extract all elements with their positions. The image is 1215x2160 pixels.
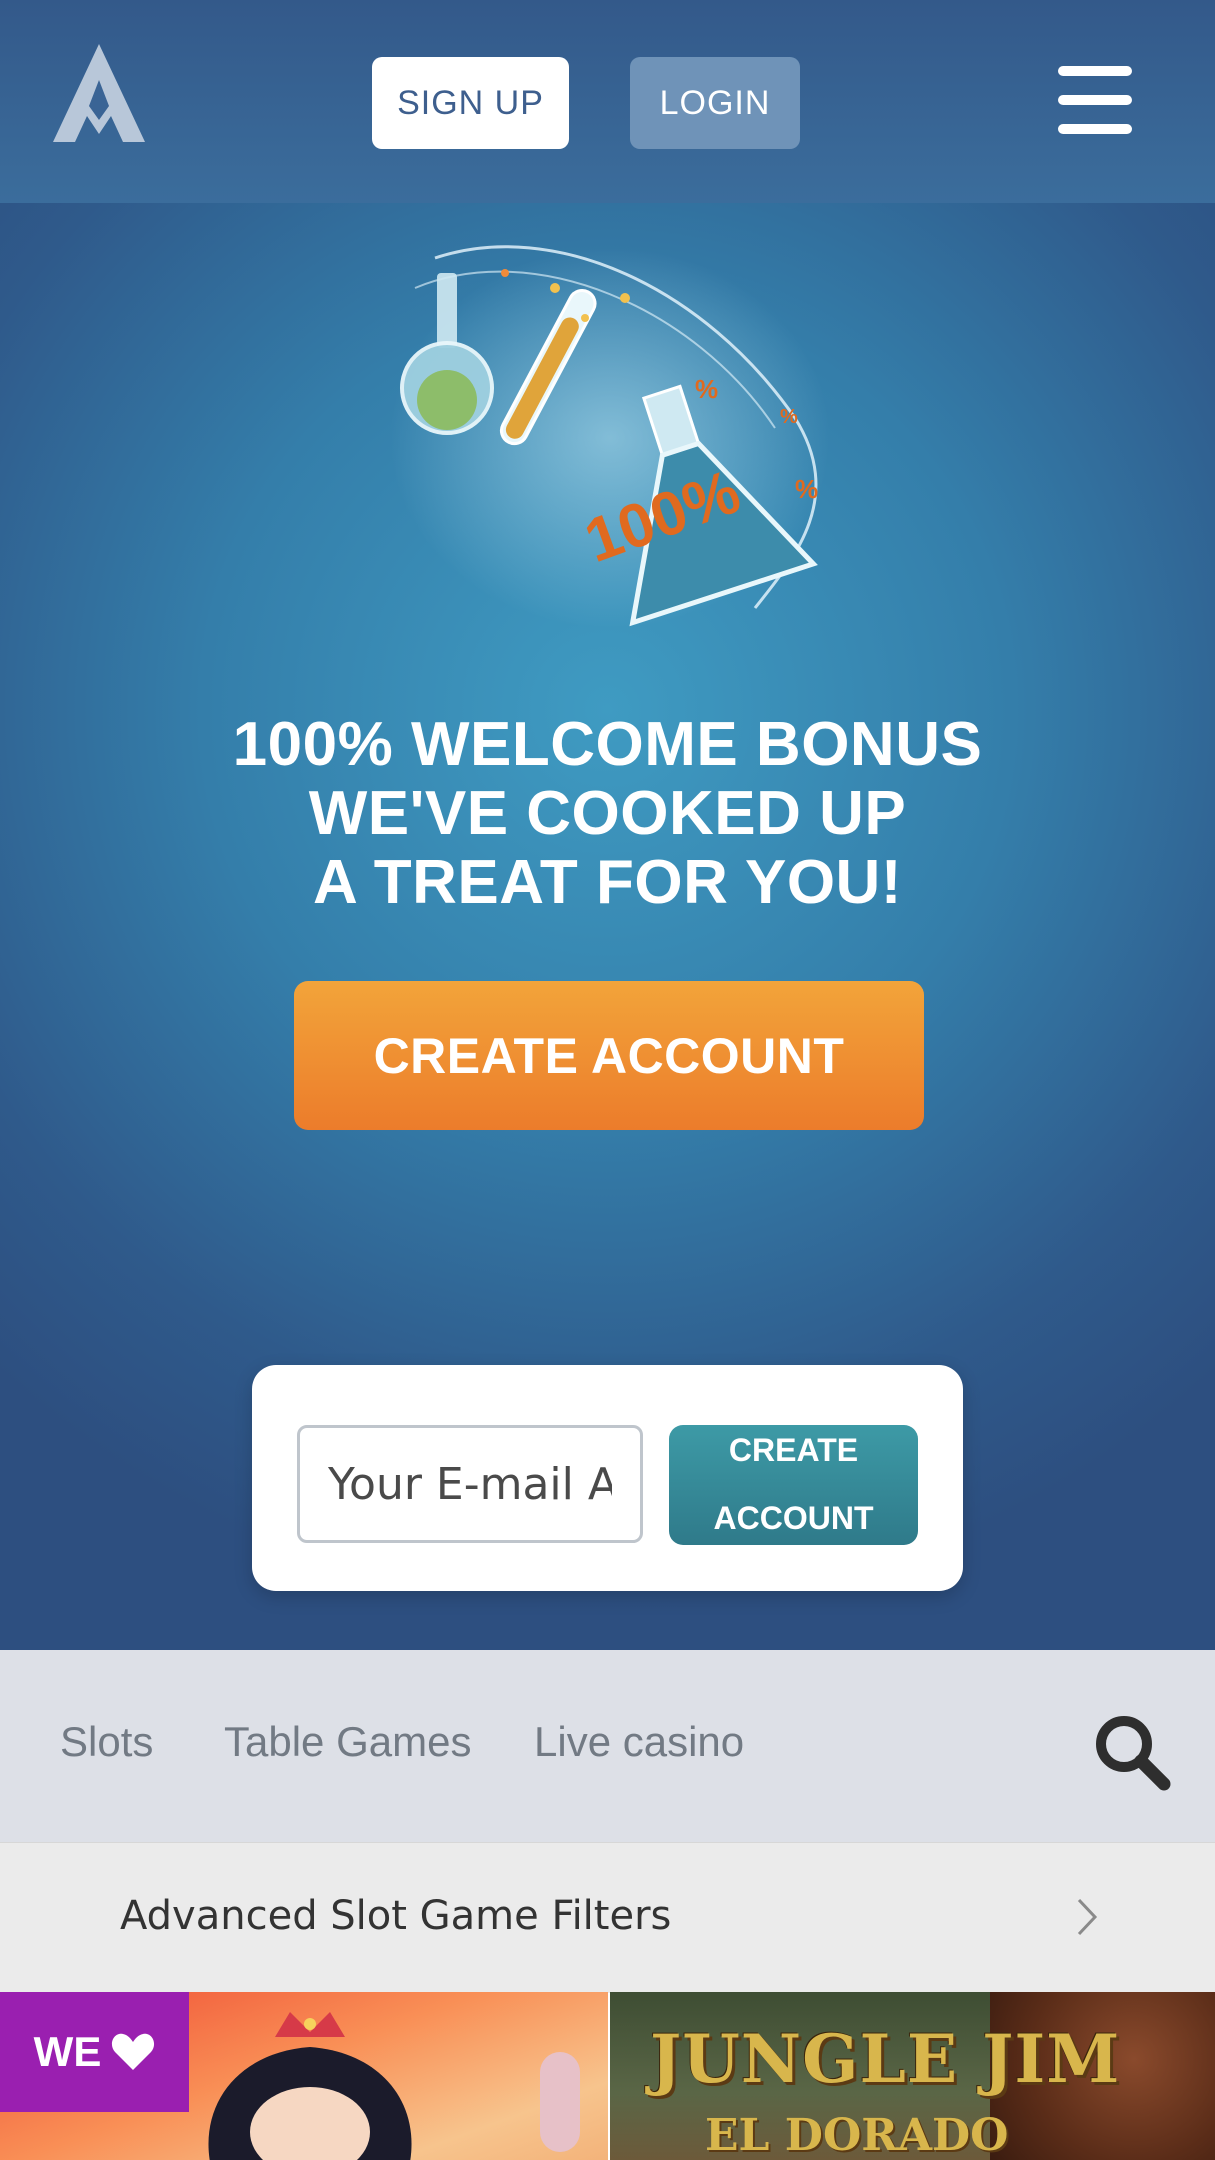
advanced-filters-row[interactable]: Advanced Slot Game Filters [0,1842,1215,1993]
svg-text:%: % [695,374,718,404]
badge-label: WE [33,2028,102,2075]
we-love-badge: WE [0,1992,189,2112]
search-icon[interactable] [1092,1712,1172,1792]
game-title: JUNGLE JIM [650,2020,1121,2098]
email-field[interactable] [297,1425,643,1543]
filters-label: Advanced Slot Game Filters [120,1893,672,1939]
game-character-art [208,2012,412,2160]
card-button-line-2: ACCOUNT [713,1500,874,1536]
hero-banner: 100% % % % 100% WELCOME BONUS WE'VE COOK… [0,203,1215,1650]
headline-line-3: A TREAT FOR YOU! [313,848,902,917]
card-create-account-button[interactable]: CREATE ACCOUNT [669,1425,918,1545]
blossom-art [540,2052,580,2152]
create-account-button[interactable]: CREATE ACCOUNT [294,981,924,1130]
headline-line-1: 100% WELCOME BONUS [232,710,983,779]
tab-slots[interactable]: Slots [60,1718,153,1766]
sign-up-button[interactable]: SIGN UP [372,57,569,149]
game-tiles: JUNGLE JIM EL DORADO WE [0,1992,1215,2160]
alpha-a-logo-icon[interactable] [53,44,145,142]
login-button[interactable]: LOGIN [630,57,800,149]
heart-icon [112,2033,155,2070]
svg-text:%: % [780,406,798,428]
email-signup-card: CREATE ACCOUNT [252,1365,963,1591]
tab-live-casino[interactable]: Live casino [534,1718,744,1766]
headline-line-2: WE'VE COOKED UP [308,779,907,848]
card-button-line-1: CREATE [728,1432,859,1468]
category-nav: Slots Table Games Live casino [0,1650,1215,1842]
game-subtitle: EL DORADO [705,2110,1009,2160]
svg-text:%: % [795,474,818,504]
game-tile-2[interactable]: JUNGLE JIM EL DORADO [610,1992,1215,2160]
potion-flasks-icon: 100% % % % [390,245,830,628]
tab-table-games[interactable]: Table Games [224,1718,471,1766]
top-header: SIGN UP LOGIN [0,0,1215,203]
welcome-headline: 100% WELCOME BONUS WE'VE COOKED UP A TRE… [0,710,1215,917]
hamburger-menu-icon[interactable] [1058,66,1132,134]
chevron-right-icon [1077,1898,1098,1936]
